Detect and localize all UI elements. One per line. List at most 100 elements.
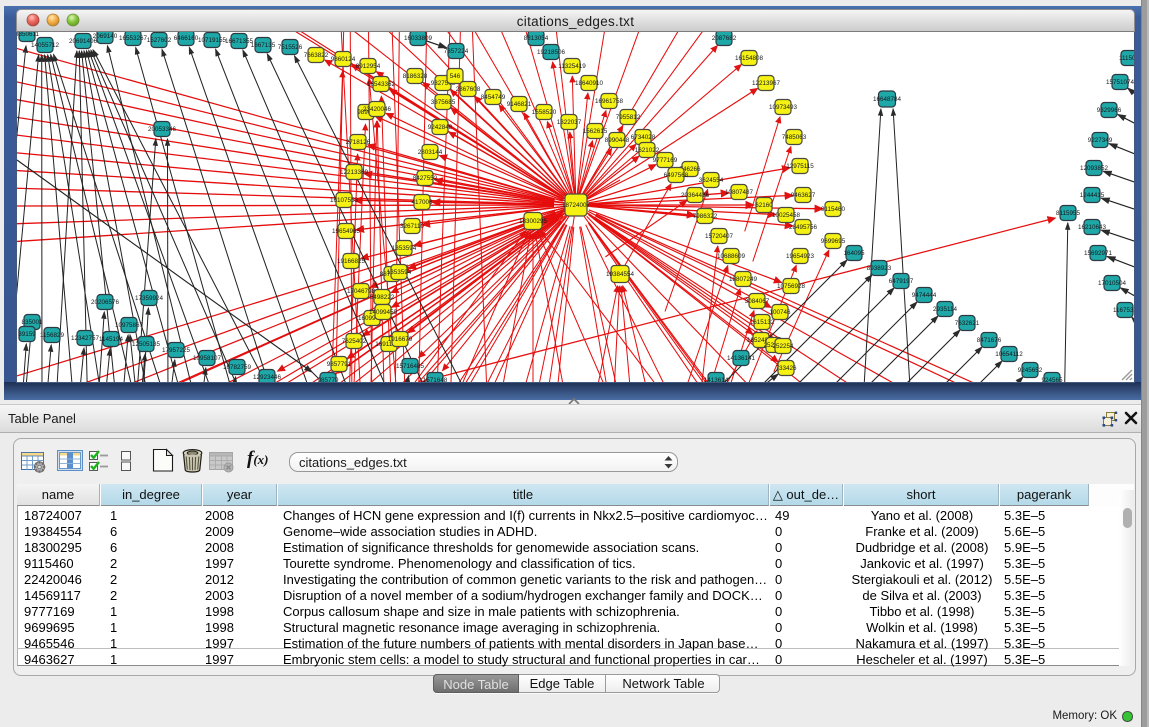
svg-text:9857791: 9857791 bbox=[327, 361, 352, 368]
svg-text:8427552: 8427552 bbox=[413, 175, 438, 182]
svg-text:20364436: 20364436 bbox=[681, 192, 710, 199]
svg-text:1667135: 1667135 bbox=[251, 42, 276, 49]
svg-text:20206576: 20206576 bbox=[91, 299, 120, 306]
svg-text:10975867: 10975867 bbox=[115, 322, 144, 329]
svg-text:12213967: 12213967 bbox=[752, 80, 781, 87]
svg-text:7515526: 7515526 bbox=[278, 44, 303, 51]
svg-text:14099459: 14099459 bbox=[369, 309, 398, 316]
svg-text:5498222: 5498222 bbox=[370, 294, 395, 301]
svg-text:12505135: 12505135 bbox=[132, 341, 161, 348]
svg-text:10807487: 10807487 bbox=[725, 189, 754, 196]
svg-text:3267110: 3267110 bbox=[400, 223, 425, 230]
svg-text:1527602: 1527602 bbox=[147, 37, 172, 44]
svg-text:14136141: 14136141 bbox=[727, 355, 756, 362]
svg-text:733426: 733426 bbox=[775, 365, 797, 372]
svg-text:16033809: 16033809 bbox=[404, 35, 433, 42]
svg-text:3875685: 3875685 bbox=[431, 99, 456, 106]
svg-text:2087682: 2087682 bbox=[712, 35, 737, 42]
svg-text:1244415: 1244415 bbox=[1080, 192, 1105, 199]
svg-text:16648784: 16648784 bbox=[873, 96, 902, 103]
svg-text:12975115: 12975115 bbox=[786, 163, 814, 170]
svg-text:15751074: 15751074 bbox=[1106, 79, 1134, 86]
svg-text:1621022: 1621022 bbox=[635, 147, 660, 154]
svg-text:28495756: 28495756 bbox=[789, 224, 818, 231]
svg-text:19654965: 19654965 bbox=[332, 228, 361, 235]
svg-text:7625402: 7625402 bbox=[342, 338, 367, 345]
svg-text:18640910: 18640910 bbox=[575, 80, 604, 87]
svg-text:1167533: 1167533 bbox=[1113, 307, 1134, 314]
svg-text:6479197: 6479197 bbox=[889, 278, 914, 285]
svg-text:10958107: 10958107 bbox=[193, 355, 222, 362]
svg-text:8813054: 8813054 bbox=[524, 35, 549, 42]
svg-text:17010504: 17010504 bbox=[1098, 280, 1127, 287]
svg-text:12213369: 12213369 bbox=[340, 169, 369, 176]
svg-text:12093852: 12093852 bbox=[1080, 165, 1109, 172]
svg-text:23420046: 23420046 bbox=[363, 106, 392, 113]
svg-text:9463627: 9463627 bbox=[791, 192, 816, 199]
svg-text:15692971: 15692971 bbox=[1084, 250, 1113, 257]
svg-text:2867608: 2867608 bbox=[456, 86, 481, 93]
svg-text:1916679: 1916679 bbox=[388, 336, 413, 343]
svg-text:18724007: 18724007 bbox=[562, 202, 591, 209]
svg-text:3624554: 3624554 bbox=[699, 177, 724, 184]
svg-text:1156829: 1156829 bbox=[40, 332, 65, 339]
svg-text:6466160: 6466160 bbox=[174, 35, 199, 42]
svg-text:111504: 111504 bbox=[1119, 55, 1134, 62]
svg-text:8350611: 8350611 bbox=[17, 32, 40, 38]
svg-text:9329966: 9329966 bbox=[1097, 107, 1122, 114]
svg-text:1615132: 1615132 bbox=[750, 319, 775, 326]
svg-text:9777169: 9777169 bbox=[653, 157, 678, 164]
svg-text:14055712: 14055712 bbox=[31, 42, 60, 49]
svg-text:2069140: 2069140 bbox=[93, 33, 118, 40]
svg-text:9860124: 9860124 bbox=[331, 56, 356, 63]
svg-text:1145194: 1145194 bbox=[99, 336, 124, 343]
svg-text:8471676: 8471676 bbox=[977, 337, 1002, 344]
svg-text:7986322: 7986322 bbox=[693, 213, 718, 220]
svg-text:8912954: 8912954 bbox=[356, 63, 381, 70]
svg-text:546: 546 bbox=[450, 73, 461, 80]
svg-text:10973493: 10973493 bbox=[769, 104, 798, 111]
svg-text:3084067: 3084067 bbox=[745, 298, 770, 305]
svg-text:17957225: 17957225 bbox=[162, 347, 191, 354]
svg-text:10688609: 10688609 bbox=[717, 253, 746, 260]
svg-text:9227349: 9227349 bbox=[1088, 137, 1113, 144]
svg-text:7357224: 7357224 bbox=[444, 48, 469, 55]
svg-text:16210643: 16210643 bbox=[1078, 224, 1107, 231]
svg-text:19166825: 19166825 bbox=[337, 258, 366, 265]
svg-text:7632621: 7632621 bbox=[955, 320, 980, 327]
svg-text:1353594: 1353594 bbox=[387, 269, 412, 276]
svg-text:417006: 417006 bbox=[411, 199, 433, 206]
svg-text:9245652: 9245652 bbox=[1018, 367, 1043, 374]
svg-text:8938923: 8938923 bbox=[867, 265, 892, 272]
svg-text:9699695: 9699695 bbox=[821, 238, 846, 245]
svg-text:10025458: 10025458 bbox=[772, 212, 801, 219]
svg-text:6734028: 6734028 bbox=[631, 134, 656, 141]
svg-text:18807249: 18807249 bbox=[729, 276, 758, 283]
svg-text:16961758: 16961758 bbox=[595, 98, 624, 105]
svg-text:62160: 62160 bbox=[755, 202, 773, 209]
svg-text:164095: 164095 bbox=[843, 250, 865, 257]
svg-text:1562615: 1562615 bbox=[583, 128, 608, 135]
svg-text:10756928: 10756928 bbox=[777, 283, 806, 290]
svg-text:19218506: 19218506 bbox=[537, 49, 566, 56]
svg-text:9474444: 9474444 bbox=[912, 292, 937, 299]
svg-text:2935114: 2935114 bbox=[933, 306, 958, 313]
svg-text:16543362: 16543362 bbox=[367, 81, 396, 88]
svg-text:2803144: 2803144 bbox=[418, 149, 443, 156]
svg-text:19384554: 19384554 bbox=[606, 271, 635, 278]
svg-text:9242848: 9242848 bbox=[428, 124, 453, 131]
svg-text:7663822: 7663822 bbox=[304, 52, 329, 59]
svg-text:7955812: 7955812 bbox=[616, 114, 641, 121]
svg-text:19654923: 19654923 bbox=[786, 253, 815, 260]
svg-text:1558520: 1558520 bbox=[532, 109, 557, 116]
svg-text:17359924: 17359924 bbox=[135, 295, 164, 302]
svg-text:7485063: 7485063 bbox=[782, 134, 807, 141]
svg-text:16671355: 16671355 bbox=[225, 38, 254, 45]
svg-text:8186328: 8186328 bbox=[403, 73, 428, 80]
svg-text:10719155: 10719155 bbox=[198, 37, 227, 44]
svg-text:16782759: 16782759 bbox=[223, 364, 252, 371]
svg-text:20053346: 20053346 bbox=[148, 126, 177, 133]
svg-text:1413614: 1413614 bbox=[704, 377, 729, 382]
svg-text:8115955: 8115955 bbox=[1056, 210, 1081, 217]
svg-text:6497568: 6497568 bbox=[664, 172, 689, 179]
